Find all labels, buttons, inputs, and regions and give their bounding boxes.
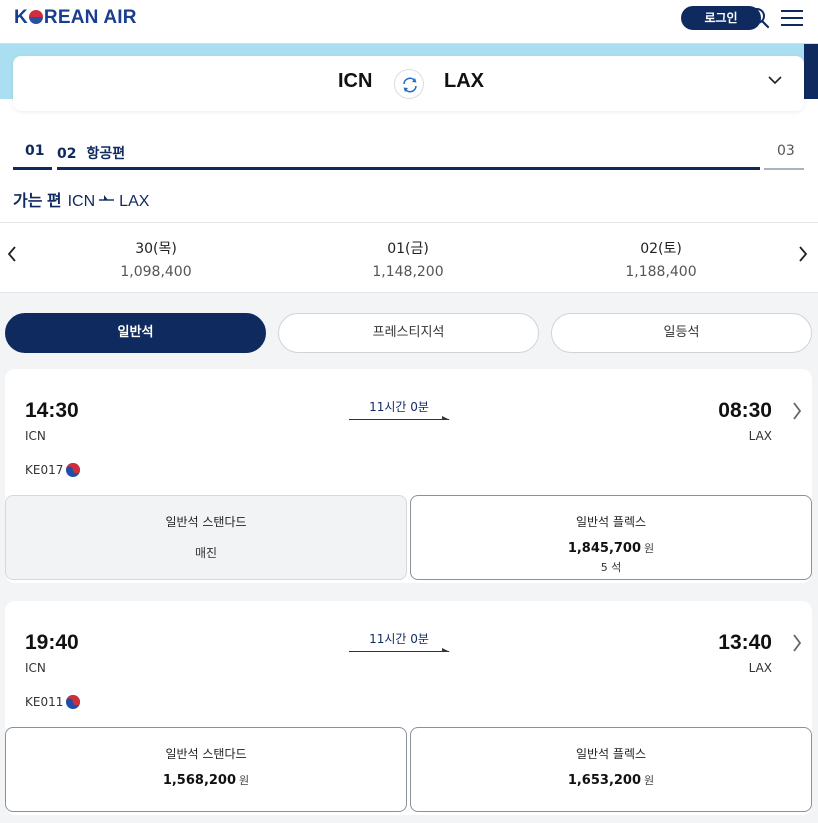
flight-duration: 11시간 0분 bbox=[369, 400, 429, 414]
outbound-origin: ICN bbox=[67, 193, 96, 210]
date-option[interactable]: 01(금) 1,148,200 bbox=[328, 238, 488, 280]
fare-amount: 1,653,200 bbox=[567, 773, 642, 788]
date-price: 1,098,400 bbox=[120, 264, 192, 280]
swap-route-button[interactable] bbox=[394, 69, 424, 99]
route-origin: ICN bbox=[338, 70, 373, 92]
divider bbox=[0, 222, 818, 223]
step-number: 01 bbox=[25, 143, 45, 159]
chevron-right-icon[interactable] bbox=[792, 402, 802, 420]
fare-name: 일반석 플렉스 bbox=[575, 515, 647, 529]
outbound-destination: LAX bbox=[119, 193, 150, 210]
korean-air-logo[interactable]: K REAN AIR bbox=[14, 7, 137, 29]
flight-number: KE011 bbox=[25, 695, 81, 709]
step-number: 03 bbox=[777, 143, 795, 159]
date-option[interactable]: 30(목) 1,098,400 bbox=[76, 238, 236, 280]
swap-icon bbox=[403, 77, 417, 93]
departure-time: 14:30 bbox=[25, 399, 79, 422]
fare-option-standard: 일반석 스탠다드 매진 bbox=[5, 495, 407, 580]
date-price: 1,188,400 bbox=[625, 264, 697, 280]
menu-icon[interactable] bbox=[780, 8, 804, 28]
currency-unit: 원 bbox=[239, 774, 250, 787]
top-header: K REAN AIR 로그인 bbox=[0, 0, 818, 44]
arrival-time: 08:30 bbox=[718, 399, 772, 422]
logo-taeguk-icon bbox=[28, 10, 43, 24]
date-label: 02(토) bbox=[640, 241, 682, 257]
step-progress-1 bbox=[13, 167, 52, 170]
fare-amount: 1,568,200 bbox=[162, 773, 237, 788]
chevron-left-icon[interactable] bbox=[7, 246, 17, 262]
departure-airport: ICN bbox=[25, 429, 46, 443]
flight-number-text: KE017 bbox=[25, 463, 64, 477]
step-03: 03 bbox=[777, 143, 795, 159]
fare-name: 일반석 스탠다드 bbox=[165, 515, 247, 529]
fare-option-flex[interactable]: 일반석 플렉스 1,845,700 원 5 석 bbox=[410, 495, 812, 580]
flight-number-text: KE011 bbox=[25, 695, 64, 709]
route-selector[interactable]: ICN LAX bbox=[13, 56, 804, 111]
fare-price: 1,568,200 원 bbox=[6, 772, 406, 788]
duration-line bbox=[349, 419, 449, 420]
duration-line bbox=[349, 651, 449, 652]
chevron-down-icon[interactable] bbox=[768, 76, 782, 85]
arrival-time: 13:40 bbox=[718, 631, 772, 654]
step-number: 02 bbox=[57, 146, 77, 162]
step-progress-2 bbox=[57, 167, 760, 170]
step-progress-3 bbox=[764, 168, 804, 170]
seats-remaining: 5 석 bbox=[600, 561, 622, 574]
fare-price: 1,653,200 원 bbox=[411, 772, 811, 788]
fare-price: 1,845,700 원 bbox=[411, 540, 811, 556]
flight-card[interactable]: 19:40 ICN 11시간 0분 13:40 LAX KE011 일반석 스탠… bbox=[5, 601, 812, 815]
date-label: 30(목) bbox=[135, 241, 177, 257]
step-01: 01 bbox=[25, 143, 44, 159]
arrow-icon bbox=[442, 648, 450, 652]
fare-amount: 1,845,700 bbox=[567, 541, 642, 556]
sold-out-label: 매진 bbox=[194, 546, 218, 560]
outbound-heading: 가는 편 ICN LAX bbox=[13, 187, 149, 211]
arrival-airport: LAX bbox=[748, 661, 772, 675]
tab-prestige[interactable]: 프레스티지석 bbox=[278, 313, 539, 353]
route-band-edge bbox=[804, 44, 818, 99]
tab-first[interactable]: 일등석 bbox=[551, 313, 812, 353]
arrival-airport: LAX bbox=[748, 429, 772, 443]
outbound-label: 가는 편 bbox=[13, 193, 62, 210]
date-label: 01(금) bbox=[387, 241, 429, 257]
chevron-right-icon[interactable] bbox=[792, 634, 802, 652]
chevron-right-icon[interactable] bbox=[798, 246, 808, 262]
flight-duration: 11시간 0분 bbox=[369, 632, 429, 646]
departure-airport: ICN bbox=[25, 661, 46, 675]
currency-unit: 원 bbox=[644, 774, 655, 787]
fare-option-flex[interactable]: 일반석 플렉스 1,653,200 원 bbox=[410, 727, 812, 812]
date-option[interactable]: 02(토) 1,188,400 bbox=[581, 238, 741, 280]
korean-air-emblem-icon bbox=[66, 695, 81, 709]
departure-time: 19:40 bbox=[25, 631, 79, 654]
flight-number: KE017 bbox=[25, 463, 81, 477]
plane-icon bbox=[99, 195, 115, 201]
flight-card[interactable]: 14:30 ICN 11시간 0분 08:30 LAX KE017 일반석 스탠… bbox=[5, 369, 812, 583]
tab-economy[interactable]: 일반석 bbox=[5, 313, 266, 353]
fare-name: 일반석 스탠다드 bbox=[165, 747, 247, 761]
korean-air-emblem-icon bbox=[66, 463, 81, 477]
fare-name: 일반석 플렉스 bbox=[575, 747, 647, 761]
route-destination: LAX bbox=[444, 70, 484, 92]
arrow-icon bbox=[442, 416, 450, 420]
divider bbox=[0, 292, 818, 293]
step-02: 02 항공편 bbox=[57, 143, 125, 163]
date-price: 1,148,200 bbox=[372, 264, 444, 280]
search-icon[interactable] bbox=[748, 7, 770, 29]
fare-option-standard[interactable]: 일반석 스탠다드 1,568,200 원 bbox=[5, 727, 407, 812]
step-label: 항공편 bbox=[86, 146, 126, 162]
currency-unit: 원 bbox=[644, 542, 655, 555]
